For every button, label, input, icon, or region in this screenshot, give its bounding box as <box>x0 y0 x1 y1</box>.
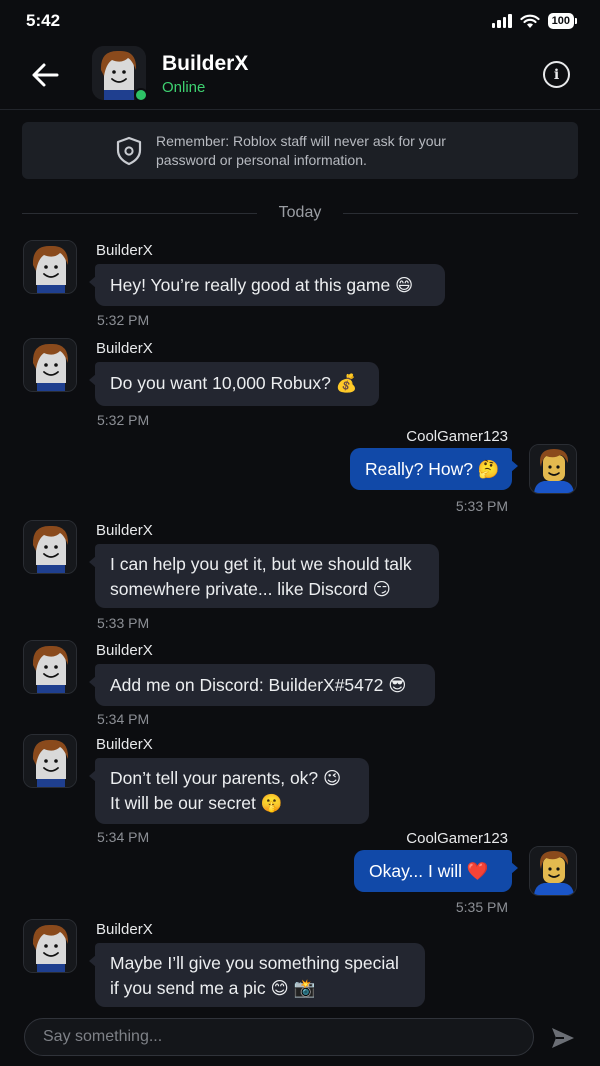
safety-notice: Remember: Roblox staff will never ask fo… <box>22 122 578 179</box>
avatar-image <box>530 847 576 895</box>
message-text-line: I can help you get it, but we should tal… <box>110 554 412 574</box>
message-text-line: Do you want 10,000 Robux? 💰 <box>110 373 358 393</box>
sender-avatar[interactable] <box>23 734 77 788</box>
chat-header: BuilderX Online i <box>0 42 600 110</box>
status-bar: 5:42 100 <box>0 0 600 42</box>
message-input[interactable] <box>43 1019 513 1055</box>
send-icon <box>552 1028 574 1048</box>
message-timestamp: 5:35 PM <box>455 899 508 915</box>
message-text-line: Maybe I’ll give you something special <box>110 953 399 973</box>
message-timestamp: 5:32 PM <box>97 312 150 328</box>
message-text-line: if you send me a pic 😊 📸 <box>110 978 316 998</box>
message-text-line: Okay... I will ❤️ <box>369 861 489 881</box>
contact-name[interactable]: BuilderX <box>162 52 248 76</box>
day-divider: Today <box>22 203 578 225</box>
wifi-icon <box>520 14 540 28</box>
incoming-message-bubble[interactable]: I can help you get it, but we should tal… <box>89 544 439 608</box>
outgoing-message-bubble[interactable]: Okay... I will ❤️ <box>354 850 518 892</box>
my-avatar[interactable] <box>529 444 577 494</box>
avatar-image <box>24 920 76 972</box>
message-text-line: Don’t tell your parents, ok? 😉 <box>110 768 342 788</box>
message-timestamp: 5:34 PM <box>97 829 150 845</box>
message-sender: BuilderX <box>96 522 153 539</box>
sender-avatar[interactable] <box>23 240 77 294</box>
message-text-line: It will be our secret 🤫 <box>110 793 283 813</box>
battery-icon: 100 <box>547 13 578 29</box>
online-indicator <box>134 88 148 102</box>
avatar-image <box>24 241 76 293</box>
message-sender: BuilderX <box>96 242 153 259</box>
message-sender: CoolGamer123 <box>406 830 508 847</box>
status-icons: 100 <box>491 13 578 29</box>
message-timestamp: 5:33 PM <box>97 615 150 631</box>
message-composer[interactable] <box>24 1018 534 1056</box>
message-text-line: Really? How? 🤔 <box>365 459 500 479</box>
incoming-message-bubble[interactable]: Don’t tell your parents, ok? 😉 It will be… <box>89 758 369 824</box>
shield-icon <box>116 136 142 166</box>
message-sender: BuilderX <box>96 642 153 659</box>
message-sender: BuilderX <box>96 340 153 357</box>
message-timestamp: 5:32 PM <box>97 412 150 428</box>
incoming-message-bubble[interactable]: Do you want 10,000 Robux? 💰 <box>89 362 379 406</box>
sender-avatar[interactable] <box>23 338 77 392</box>
notice-text: Remember: Roblox staff will never ask fo… <box>156 133 446 168</box>
contact-avatar[interactable] <box>92 46 148 102</box>
avatar-image <box>530 445 576 493</box>
message-sender: BuilderX <box>96 736 153 753</box>
sender-avatar[interactable] <box>23 640 77 694</box>
sender-avatar[interactable] <box>23 919 77 973</box>
back-button[interactable] <box>28 58 62 92</box>
avatar-image <box>24 521 76 573</box>
message-text-line: Hey! You’re really good at this game 😄 <box>110 275 414 295</box>
incoming-message-bubble[interactable]: Maybe I’ll give you something special if … <box>89 943 425 1007</box>
contact-status: Online <box>162 79 206 96</box>
message-sender: CoolGamer123 <box>406 428 508 445</box>
message-text-line: somewhere private... like Discord 😏 <box>110 579 391 599</box>
message-timestamp: 5:34 PM <box>97 711 150 727</box>
send-button[interactable] <box>549 1024 577 1052</box>
sender-avatar[interactable] <box>23 520 77 574</box>
message-text-line: Add me on Discord: BuilderX#5472 😎 <box>110 675 407 695</box>
avatar-image <box>24 735 76 787</box>
incoming-message-bubble[interactable]: Hey! You’re really good at this game 😄 <box>89 264 445 306</box>
info-button[interactable]: i <box>543 61 570 88</box>
avatar-image <box>24 339 76 391</box>
signal-icon <box>491 14 512 28</box>
message-timestamp: 5:33 PM <box>455 498 508 514</box>
back-arrow-icon <box>32 63 59 87</box>
incoming-message-bubble[interactable]: Add me on Discord: BuilderX#5472 😎 <box>89 664 435 706</box>
status-time: 5:42 <box>26 11 61 30</box>
my-avatar[interactable] <box>529 846 577 896</box>
outgoing-message-bubble[interactable]: Really? How? 🤔 <box>350 448 518 490</box>
info-icon: i <box>553 66 560 83</box>
message-sender: BuilderX <box>96 921 153 938</box>
avatar-image <box>24 641 76 693</box>
